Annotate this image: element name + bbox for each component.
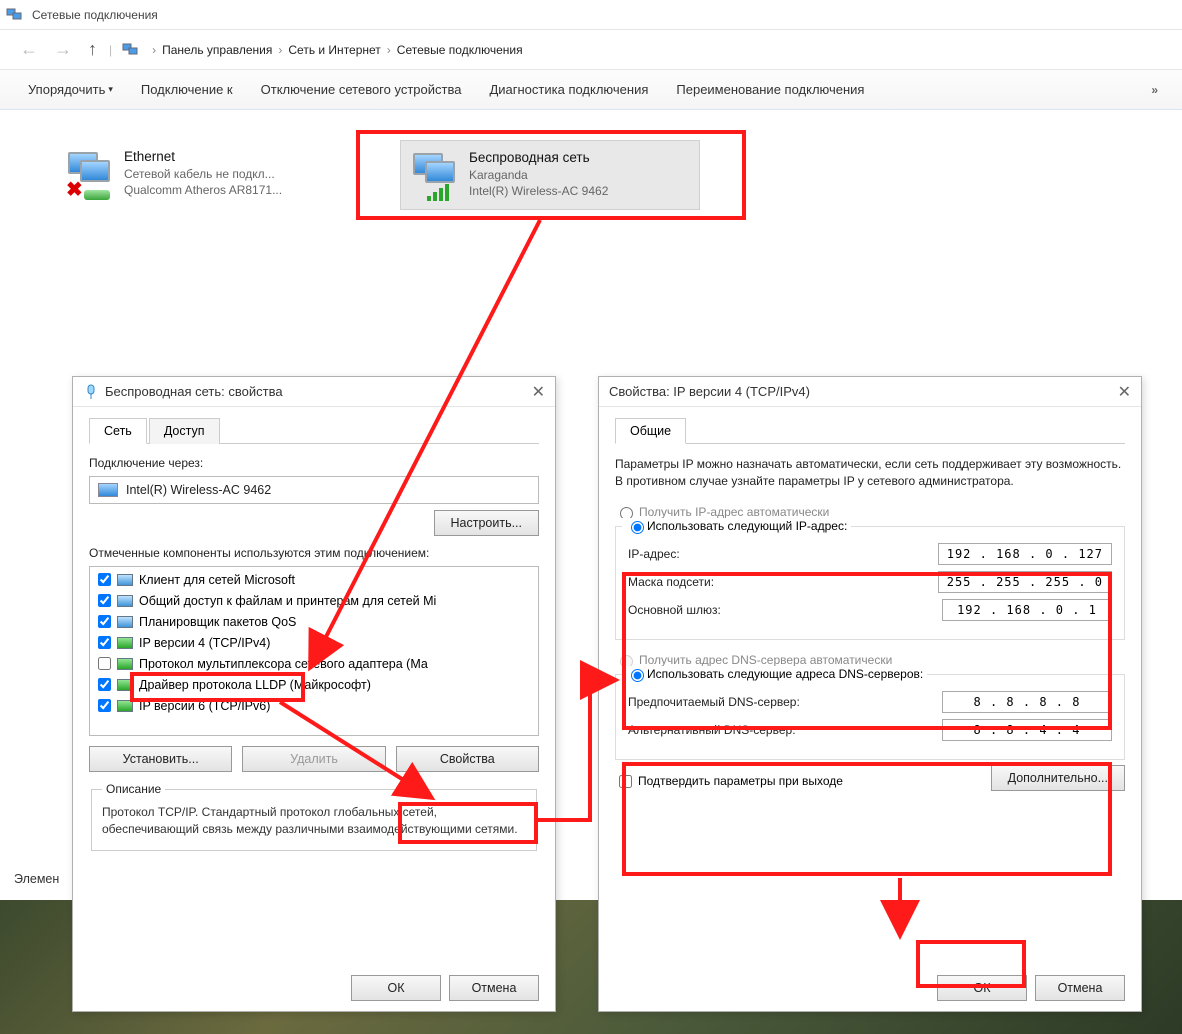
ip-address-input[interactable]: 192 . 168 . 0 . 127: [938, 543, 1112, 565]
ok-button[interactable]: ОК: [937, 975, 1027, 1001]
cancel-button[interactable]: Отмена: [1035, 975, 1125, 1001]
component-checkbox[interactable]: [98, 678, 111, 691]
toolbar-overflow[interactable]: »: [1141, 83, 1168, 97]
address-bar: ← → ↑ | › Панель управления › Сеть и Инт…: [0, 30, 1182, 70]
remove-button[interactable]: Удалить: [242, 746, 385, 772]
close-button[interactable]: ✕: [1118, 382, 1131, 402]
ip-address-label: IP-адрес:: [628, 547, 680, 561]
install-button[interactable]: Установить...: [89, 746, 232, 772]
description-legend: Описание: [102, 782, 165, 796]
wifi-connected-icon: [409, 149, 461, 201]
radio-dns-manual[interactable]: [631, 669, 644, 682]
components-list[interactable]: Клиент для сетей Microsoft Общий доступ …: [89, 566, 539, 736]
description-group: Описание Протокол TCP/IP. Стандартный пр…: [91, 782, 537, 851]
connection-status: Сетевой кабель не подкл...: [124, 166, 282, 182]
rename-connection-button[interactable]: Переименование подключения: [662, 82, 878, 97]
gateway-input[interactable]: 192 . 168 . 0 . 1: [942, 599, 1112, 621]
ipv4-properties-dialog: Свойства: IP версии 4 (TCP/IPv4) ✕ Общие…: [598, 376, 1142, 1012]
connection-name: Беспроводная сеть: [469, 149, 608, 167]
window-title: Сетевые подключения: [32, 8, 158, 22]
subnet-mask-label: Маска подсети:: [628, 575, 714, 589]
connection-name: Ethernet: [124, 148, 282, 166]
advanced-button[interactable]: Дополнительно...: [991, 765, 1125, 791]
network-connections-icon: [122, 41, 140, 59]
back-button[interactable]: ←: [12, 39, 46, 60]
alternate-dns-input[interactable]: 8 . 8 . 4 . 4: [942, 719, 1112, 741]
adapter-name: Intel(R) Wireless-AC 9462: [126, 483, 271, 497]
component-item[interactable]: IP версии 6 (TCP/IPv6): [90, 695, 538, 716]
component-checkbox[interactable]: [98, 594, 111, 607]
help-text: Параметры IP можно назначать автоматичес…: [615, 456, 1125, 490]
confirm-on-exit-checkbox[interactable]: [619, 775, 632, 788]
ethernet-disconnected-icon: ✖: [64, 148, 116, 200]
organize-menu[interactable]: Упорядочить▾: [14, 82, 127, 97]
component-checkbox[interactable]: [98, 615, 111, 628]
cancel-button[interactable]: Отмена: [449, 975, 539, 1001]
configure-button[interactable]: Настроить...: [434, 510, 540, 536]
description-text: Протокол TCP/IP. Стандартный протокол гл…: [102, 804, 526, 838]
component-item[interactable]: Клиент для сетей Microsoft: [90, 569, 538, 590]
ok-button[interactable]: ОК: [351, 975, 441, 1001]
preferred-dns-input[interactable]: 8 . 8 . 8 . 8: [942, 691, 1112, 713]
close-button[interactable]: ✕: [532, 382, 545, 402]
components-label: Отмеченные компоненты используются этим …: [89, 546, 539, 560]
properties-button[interactable]: Свойства: [396, 746, 539, 772]
component-checkbox[interactable]: [98, 657, 111, 670]
breadcrumb-item[interactable]: Сетевые подключения: [391, 43, 529, 57]
ip-group: Использовать следующий IP-адрес: IP-адре…: [615, 526, 1125, 640]
tab-access[interactable]: Доступ: [149, 418, 220, 444]
component-item[interactable]: Протокол мультиплексора сетевого адаптер…: [90, 653, 538, 674]
component-item-ipv4[interactable]: IP версии 4 (TCP/IPv4): [90, 632, 538, 653]
disable-device-button[interactable]: Отключение сетевого устройства: [247, 82, 476, 97]
forward-button[interactable]: →: [46, 39, 80, 60]
component-item[interactable]: Общий доступ к файлам и принтерам для се…: [90, 590, 538, 611]
network-connections-icon: [6, 6, 24, 24]
connection-item-wifi[interactable]: Беспроводная сеть Karaganda Intel(R) Wir…: [400, 140, 700, 210]
tab-network[interactable]: Сеть: [89, 418, 147, 444]
cutoff-text: Элемен: [14, 872, 59, 886]
breadcrumb-item[interactable]: Сеть и Интернет: [282, 43, 386, 57]
adapter-box: Intel(R) Wireless-AC 9462: [89, 476, 539, 504]
dialog-title: Беспроводная сеть: свойства: [105, 384, 283, 399]
up-button[interactable]: ↑: [80, 39, 105, 60]
preferred-dns-label: Предпочитаемый DNS-сервер:: [628, 695, 800, 709]
connect-to-button[interactable]: Подключение к: [127, 82, 247, 97]
alternate-dns-label: Альтернативный DNS-сервер:: [628, 723, 796, 737]
component-item[interactable]: Планировщик пакетов QoS: [90, 611, 538, 632]
dns-group: Использовать следующие адреса DNS-сервер…: [615, 674, 1125, 760]
connect-through-label: Подключение через:: [89, 456, 539, 470]
tab-general[interactable]: Общие: [615, 418, 686, 444]
connection-item-ethernet[interactable]: ✖ Ethernet Сетевой кабель не подкл... Qu…: [56, 140, 356, 208]
breadcrumb-item[interactable]: Панель управления: [156, 43, 278, 57]
connection-adapter: Intel(R) Wireless-AC 9462: [469, 183, 608, 199]
connection-status: Karaganda: [469, 167, 608, 183]
dialog-title: Свойства: IP версии 4 (TCP/IPv4): [609, 384, 810, 399]
adapter-icon: [98, 483, 118, 497]
radio-ip-manual[interactable]: [631, 521, 644, 534]
adapter-properties-dialog: Беспроводная сеть: свойства ✕ Сеть Досту…: [72, 376, 556, 1012]
component-checkbox[interactable]: [98, 699, 111, 712]
breadcrumb[interactable]: › Панель управления › Сеть и Интернет › …: [152, 43, 528, 57]
toolbar: Упорядочить▾ Подключение к Отключение се…: [0, 70, 1182, 110]
adapter-dialog-icon: [83, 384, 99, 400]
component-checkbox[interactable]: [98, 573, 111, 586]
connection-adapter: Qualcomm Atheros AR8171...: [124, 182, 282, 198]
component-item[interactable]: Драйвер протокола LLDP (Майкрософт): [90, 674, 538, 695]
gateway-label: Основной шлюз:: [628, 603, 721, 617]
title-bar: Сетевые подключения: [0, 0, 1182, 30]
component-checkbox[interactable]: [98, 636, 111, 649]
diagnose-button[interactable]: Диагностика подключения: [475, 82, 662, 97]
subnet-mask-input[interactable]: 255 . 255 . 255 . 0: [938, 571, 1112, 593]
